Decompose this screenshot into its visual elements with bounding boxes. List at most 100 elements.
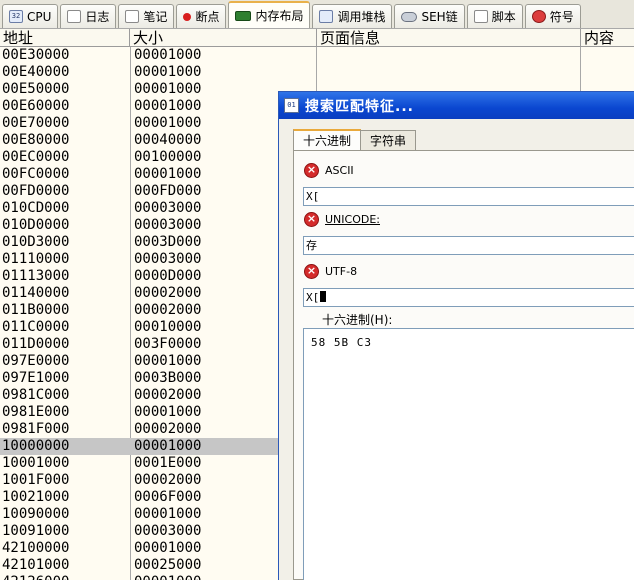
size-cell: 00001000 [134,506,202,522]
tab-hex[interactable]: 十六进制 [293,129,362,151]
size-cell: 00025000 [134,557,202,573]
size-cell: 00001000 [134,47,202,63]
unicode-value: 存 [306,239,317,252]
table-row[interactable]: 00E70000 00001000 [0,115,278,132]
tab-call-stack[interactable]: 调用堆栈 [312,4,393,28]
tab-label: 脚本 [491,10,516,24]
address-cell: 00E30000 [2,47,70,63]
table-row[interactable]: 00EC0000 00100000 [0,149,278,166]
ascii-group: × ASCII [304,163,354,178]
address-cell: 010CD000 [2,200,70,216]
table-row[interactable]: 011D0000 003F0000 [0,336,278,353]
table-row[interactable]: 10091000 00003000 [0,523,278,540]
tab-breakpoint[interactable]: 断点 [176,4,227,28]
tab-script[interactable]: 脚本 [466,4,523,28]
table-row[interactable]: 097E0000 00001000 [0,353,278,370]
tab-log[interactable]: 日志 [60,4,117,28]
table-row[interactable]: 0981C000 00002000 [0,387,278,404]
table-row[interactable]: 10000000 00001000 [0,438,278,455]
address-cell: 011B0000 [2,302,70,318]
dialog-titlebar[interactable]: 01 搜索匹配特征... [279,92,634,119]
table-row[interactable]: 42126000 00001000 [0,574,278,580]
table-row[interactable]: 097E1000 0003B000 [0,370,278,387]
text-caret [320,291,327,302]
size-cell: 00002000 [134,387,202,403]
address-cell: 42126000 [2,574,69,580]
unicode-disable-icon[interactable]: × [304,212,319,227]
table-row[interactable]: 01110000 00003000 [0,251,278,268]
size-cell: 0003D000 [134,234,202,250]
table-row[interactable]: 010CD000 00003000 [0,200,278,217]
table-row[interactable]: 0981E000 00001000 [0,404,278,421]
call-stack-icon [319,10,334,23]
tab-label: 调用堆栈 [337,10,386,24]
dialog-title: 搜索匹配特征... [305,98,414,115]
hex-input[interactable]: 58 5B C3 [303,328,634,580]
size-cell: 00001000 [134,353,202,369]
size-cell: 003F0000 [134,336,202,352]
table-row[interactable]: 10001000 0001E000 [0,455,278,472]
table-row[interactable]: 01113000 0000D000 [0,268,278,285]
table-row[interactable]: 1001F000 00002000 [0,472,278,489]
utf8-disable-icon[interactable]: × [304,264,319,279]
tab-string[interactable]: 字符串 [360,130,417,151]
table-row[interactable]: 011B0000 00002000 [0,302,278,319]
address-cell: 01113000 [2,268,70,284]
seh-chain-icon [401,11,418,22]
table-row[interactable]: 010D3000 0003D000 [0,234,278,251]
size-cell: 00003000 [134,523,202,539]
address-cell: 10091000 [2,523,70,539]
table-row[interactable]: 010D0000 00003000 [0,217,278,234]
table-row[interactable]: 10090000 00001000 [0,506,278,523]
size-cell: 0006F000 [134,489,202,505]
ascii-label: ASCII [325,164,354,177]
address-cell: 01140000 [2,285,70,301]
table-row[interactable]: 10021000 0006F000 [0,489,278,506]
size-cell: 00040000 [134,132,202,148]
hex-value: 58 5B C3 [311,336,372,349]
tab-seh-chain[interactable]: SEH链 [394,4,465,28]
tab-cpu[interactable]: 32 CPU [2,4,59,28]
column-header-address[interactable]: 地址 [0,29,130,47]
column-header-content[interactable]: 内容 [581,29,634,47]
table-row[interactable]: 011C0000 00010000 [0,319,278,336]
utf8-input[interactable]: X[ [303,288,634,307]
address-cell: 1001F000 [2,472,70,488]
table-row[interactable]: 00FC0000 00001000 [0,166,278,183]
table-row[interactable]: 42101000 00025000 [0,557,278,574]
utf8-label: UTF-8 [325,265,358,278]
tab-notes[interactable]: 笔记 [118,4,175,28]
size-cell: 0003B000 [134,370,202,386]
address-cell: 10001000 [2,455,70,471]
table-row[interactable]: 00E80000 00040000 [0,132,278,149]
address-cell: 10000000 [2,438,70,454]
address-cell: 42100000 [2,540,70,556]
size-cell: 00001000 [134,98,202,114]
dialog-tabs: 十六进制 字符串 [293,129,417,151]
table-row[interactable]: 00E60000 00001000 [0,98,278,115]
search-pattern-dialog: 01 搜索匹配特征... 十六进制 字符串 × ASCII X[ × UNICO… [278,91,634,580]
tab-bar: 32 CPU 日志 笔记 断点 内存布局 调用堆栈 SEH链 脚本 符号 [0,0,634,29]
table-row[interactable]: 00FD0000 000FD000 [0,183,278,200]
tab-label: 日志 [85,10,110,24]
table-row[interactable]: 42100000 00001000 [0,540,278,557]
unicode-input[interactable]: 存 [303,236,634,255]
ascii-input[interactable]: X[ [303,187,634,206]
table-row[interactable]: 00E40000 00001000 [0,64,278,81]
address-cell: 00E70000 [2,115,70,131]
column-header-page-info[interactable]: 页面信息 [317,29,581,47]
tab-symbols[interactable]: 符号 [524,4,581,28]
address-cell: 42101000 [2,557,70,573]
address-cell: 097E1000 [2,370,70,386]
notes-icon [125,10,140,23]
address-cell: 00FC0000 [2,166,70,182]
column-header-size[interactable]: 大小 [130,29,317,47]
tab-memory-map[interactable]: 内存布局 [228,1,311,28]
size-cell: 0000D000 [134,268,202,284]
table-row[interactable]: 01140000 00002000 [0,285,278,302]
table-row[interactable]: 0981F000 00002000 [0,421,278,438]
ascii-disable-icon[interactable]: × [304,163,319,178]
address-cell: 00E60000 [2,98,70,114]
table-row[interactable]: 00E30000 00001000 [0,47,278,64]
table-row[interactable]: 00E50000 00001000 [0,81,278,98]
